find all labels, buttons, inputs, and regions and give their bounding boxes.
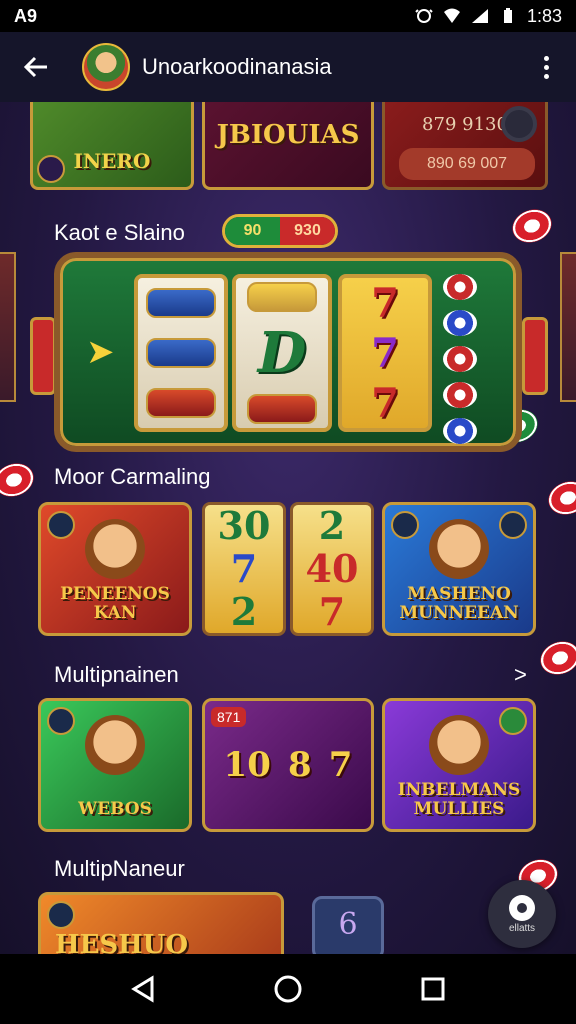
app-bar: Unoarkoodinanasia (0, 32, 576, 102)
fab-label: ellatts (508, 922, 536, 934)
avatar[interactable] (82, 43, 130, 91)
game-card[interactable]: HESHUO (38, 892, 284, 954)
slot-reel[interactable]: 30 7 2 (202, 502, 286, 636)
provider-icon (391, 511, 419, 539)
chevron-right-icon[interactable]: > (514, 662, 527, 688)
provider-icon (47, 511, 75, 539)
ring-icon (501, 106, 537, 142)
symbol-icon (247, 394, 317, 424)
slot-handle-left (30, 317, 56, 395)
status-left-label: A9 (14, 5, 38, 26)
game-title: INBELMANS MULLIES (397, 780, 521, 819)
symbol-icon (247, 282, 317, 312)
slot-reel[interactable]: 2 40 7 (290, 502, 374, 636)
decor-left (0, 252, 16, 402)
symbol-seven: 7 (371, 279, 399, 327)
symbol-d: D (257, 320, 307, 386)
row-title: MultipNaneur (54, 856, 185, 881)
status-bar: A9 1:83 (0, 0, 576, 32)
status-time: 1:83 (526, 5, 562, 26)
poker-chip-icon (0, 458, 39, 502)
tile-title: JBIOUIAS (216, 120, 360, 150)
tile-subtitle: 890 69 007 (399, 148, 535, 180)
game-badge: 871 (211, 707, 247, 727)
battery-icon (503, 8, 512, 23)
wifi-icon (443, 8, 460, 23)
provider-icon (47, 901, 75, 929)
slot-symbol: 8 (287, 745, 312, 785)
price-pill[interactable]: 90 930 (222, 214, 338, 248)
play-arrow-icon[interactable]: ➤ (86, 332, 115, 372)
game-tile[interactable]: 879 9130 890 69 007 (382, 102, 548, 190)
game-tile[interactable]: INERO (30, 102, 194, 190)
provider-icon (47, 707, 75, 735)
poker-chip-icon (507, 204, 557, 248)
character-image (429, 715, 489, 775)
decor-right (560, 252, 576, 402)
status-icons: 1:83 (415, 6, 562, 27)
poker-chip-icon (535, 636, 576, 680)
character-image (429, 519, 489, 579)
game-title: HESHUO (55, 930, 189, 954)
slot-reel: D (232, 274, 332, 432)
game-card[interactable]: WEBOS (38, 698, 192, 832)
game-card[interactable]: PENEENOS KAN (38, 502, 192, 636)
price-right: 930 (280, 217, 335, 245)
symbol-icon (146, 388, 216, 418)
character-image (85, 715, 145, 775)
nav-back-icon[interactable] (119, 965, 167, 1013)
game-title: WEBOS (78, 799, 152, 819)
alarm-icon (415, 9, 433, 23)
slot-reel: 7 7 7 (338, 274, 432, 432)
slot-reel (134, 274, 228, 432)
more-vert-icon[interactable] (532, 47, 560, 87)
poker-chip-icon (543, 476, 576, 520)
row-title: Moor Carmaling (54, 464, 211, 489)
game-card[interactable]: 871 10 8 7 (202, 698, 374, 832)
game-title: MASHENO MUNNEEAN (399, 584, 519, 623)
game-card[interactable]: INBELMANS MULLIES (382, 698, 536, 832)
nav-home-icon[interactable] (264, 965, 312, 1013)
back-arrow-icon[interactable] (16, 47, 56, 87)
game-title: 6 (338, 907, 358, 942)
symbol-icon (146, 288, 216, 318)
tile-title: INERO (73, 149, 151, 173)
character-image (85, 519, 145, 579)
chat-icon (509, 894, 535, 921)
game-tile[interactable]: JBIOUIAS (202, 102, 374, 190)
chip-stack (440, 274, 480, 444)
nav-recents-icon[interactable] (409, 965, 457, 1013)
row-title: Multipnainen (54, 662, 179, 687)
featured-title: Kaot e Slaino (54, 220, 185, 245)
game-card[interactable]: MASHENO MUNNEEAN (382, 502, 536, 636)
chat-fab-button[interactable]: ellatts (488, 880, 556, 948)
game-title: PENEENOS KAN (60, 584, 170, 623)
game-card[interactable]: 6 (312, 896, 384, 954)
symbol-seven: 7 (371, 379, 399, 427)
slot-handle-right (522, 317, 548, 395)
price-left: 90 (225, 217, 280, 245)
main-content[interactable]: INERO JBIOUIAS 879 9130 890 69 007 Kaot … (0, 102, 576, 954)
slot-symbol: 7 (328, 745, 353, 785)
symbol-seven: 7 (371, 329, 399, 377)
symbol-icon (146, 338, 216, 368)
app-title: Unoarkoodinanasia (142, 54, 332, 79)
slot-symbol: 10 (223, 745, 271, 785)
navigation-bar (0, 954, 576, 1024)
close-icon[interactable] (499, 511, 527, 539)
signal-icon (471, 9, 488, 23)
arrow-right-icon[interactable] (499, 707, 527, 735)
